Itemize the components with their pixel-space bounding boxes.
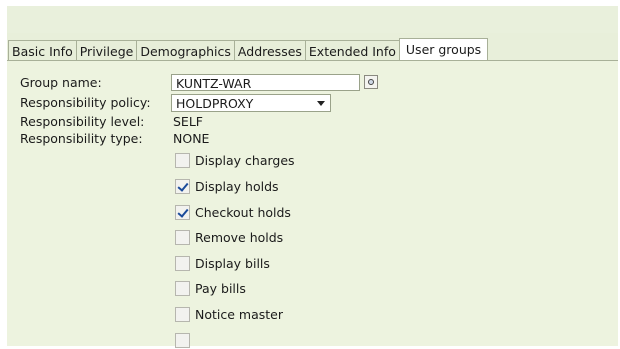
- level-label: Responsibility level:: [20, 114, 145, 129]
- remove-holds-label: Remove holds: [195, 229, 284, 245]
- checkout-holds-option[interactable]: Checkout holds: [175, 203, 291, 221]
- type-label: Responsibility type:: [20, 131, 143, 146]
- display-charges-checkbox[interactable]: [175, 152, 190, 168]
- partial-checkbox: [175, 332, 190, 348]
- lookup-icon[interactable]: [364, 75, 378, 89]
- display-charges-label: Display charges: [195, 152, 295, 168]
- pay-bills-label: Pay bills: [195, 280, 246, 296]
- checkout-holds-label: Checkout holds: [195, 204, 291, 220]
- display-holds-checkbox[interactable]: [175, 178, 190, 194]
- remove-holds-option[interactable]: Remove holds: [175, 228, 283, 246]
- notice-master-label: Notice master: [195, 306, 283, 322]
- policy-select-value: HOLDPROXY: [176, 96, 254, 111]
- header-band: [7, 6, 618, 33]
- level-value: SELF: [173, 114, 203, 129]
- notice-master-checkbox[interactable]: [175, 306, 190, 322]
- display-bills-checkbox[interactable]: [175, 255, 190, 271]
- checkout-holds-checkbox[interactable]: [175, 204, 190, 220]
- display-bills-label: Display bills: [195, 255, 270, 271]
- pay-bills-option[interactable]: Pay bills: [175, 279, 246, 297]
- policy-label: Responsibility policy:: [20, 95, 151, 110]
- display-holds-label: Display holds: [195, 178, 279, 194]
- type-value: NONE: [173, 131, 210, 146]
- notice-master-option[interactable]: Notice master: [175, 305, 283, 323]
- partial-option-row: [175, 331, 195, 349]
- display-charges-option[interactable]: Display charges: [175, 151, 295, 169]
- display-bills-option[interactable]: Display bills: [175, 254, 270, 272]
- pay-bills-checkbox[interactable]: [175, 280, 190, 296]
- chevron-down-icon: [317, 101, 325, 106]
- display-holds-option[interactable]: Display holds: [175, 177, 279, 195]
- group-name-input[interactable]: KUNTZ-WAR: [171, 74, 360, 91]
- user-groups-panel: Group name: KUNTZ-WAR Responsibility pol…: [7, 60, 618, 349]
- remove-holds-checkbox[interactable]: [175, 229, 190, 245]
- group-name-label: Group name:: [20, 75, 102, 90]
- policy-select[interactable]: HOLDPROXY: [171, 94, 331, 112]
